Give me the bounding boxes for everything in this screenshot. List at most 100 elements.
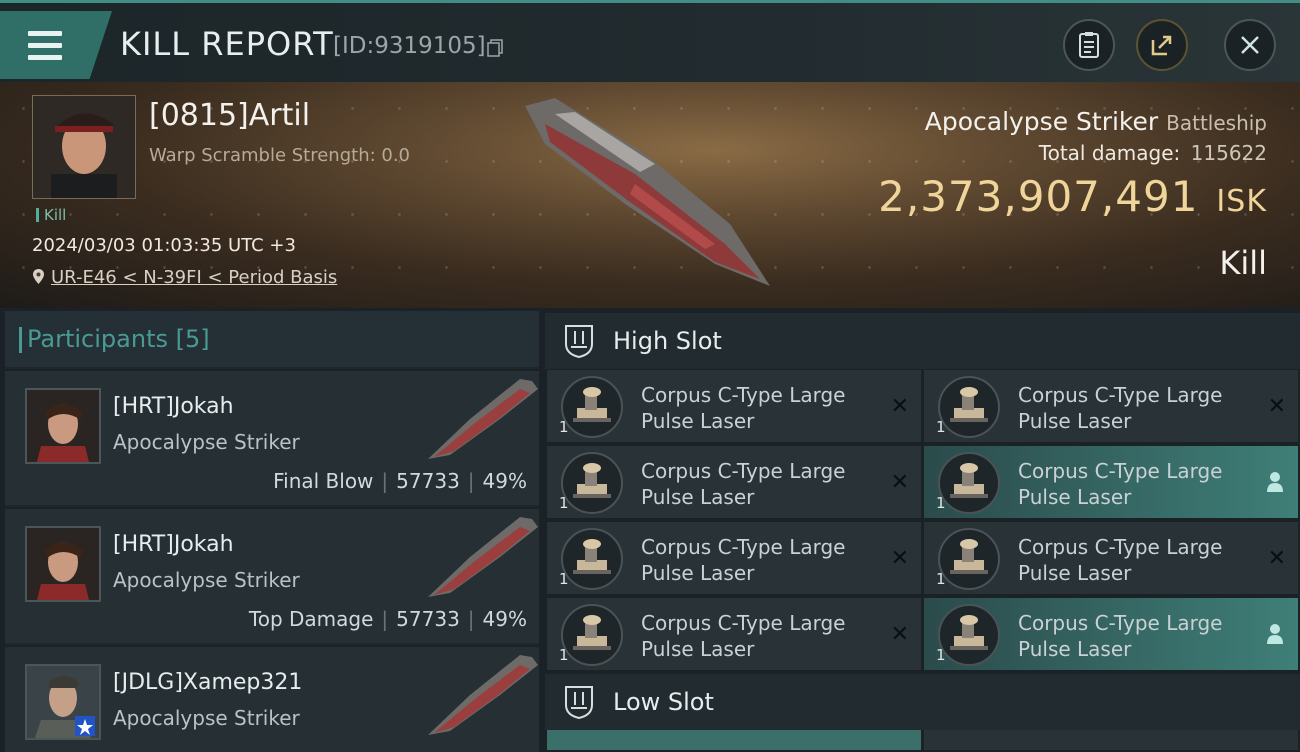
participant-name: [HRT]Jokah xyxy=(113,394,234,419)
isk-amount: 2,373,907,491 xyxy=(878,172,1199,221)
module-quantity: 1 xyxy=(936,494,946,512)
module-item[interactable]: 1 Corpus C-Type Large Pulse Laser ✕ xyxy=(547,522,921,594)
module-quantity: 1 xyxy=(559,418,569,436)
module-item[interactable]: 1 Corpus C-Type Large Pulse Laser ✕ xyxy=(547,370,921,442)
isk-value: 2,373,907,491 ISK xyxy=(878,172,1267,221)
participants-title: Participants [5] xyxy=(19,325,210,353)
total-damage: Total damage: 115622 xyxy=(1039,141,1267,165)
module-name: Corpus C-Type Large Pulse Laser xyxy=(1018,535,1223,585)
participants-header[interactable]: Participants [5] xyxy=(5,311,539,367)
participant-ship: Apocalypse Striker xyxy=(113,706,300,730)
participant-avatar xyxy=(25,664,101,740)
isk-unit: ISK xyxy=(1216,184,1267,219)
low-slot-icon xyxy=(565,686,593,719)
participant-percent: 49% xyxy=(482,607,527,631)
module-name: Corpus C-Type Large Pulse Laser xyxy=(1018,459,1223,509)
low-slot-module-partial[interactable] xyxy=(924,730,1298,750)
kill-summary-banner: [0815]Artil Warp Scramble Strength: 0.0 … xyxy=(0,82,1300,308)
low-slot-module-partial[interactable] xyxy=(547,730,921,750)
pulse-laser-icon xyxy=(561,528,623,590)
participant-name: [HRT]Jokah xyxy=(113,532,234,557)
participant-ship-image xyxy=(428,517,538,597)
participant-name: [JDLG]Xamep321 xyxy=(113,670,303,695)
victim-ship-image xyxy=(525,98,770,286)
pulse-laser-icon xyxy=(938,452,1000,514)
participant-avatar xyxy=(25,526,101,602)
module-name: Corpus C-Type Large Pulse Laser xyxy=(641,459,846,509)
participant-ship: Apocalypse Striker xyxy=(113,430,300,454)
module-quantity: 1 xyxy=(559,570,569,588)
total-damage-label: Total damage: xyxy=(1038,141,1181,165)
participant-row[interactable]: [HRT]Jokah Apocalypse Striker Final Blow… xyxy=(5,369,539,505)
kill-location[interactable]: UR-E46 < N-39FI < Period Basis xyxy=(32,267,337,288)
module-name: Corpus C-Type Large Pulse Laser xyxy=(1018,611,1223,661)
pulse-laser-icon xyxy=(561,604,623,666)
module-item[interactable]: 1 Corpus C-Type Large Pulse Laser xyxy=(924,598,1298,670)
clipboard-button[interactable] xyxy=(1063,19,1115,71)
participants-panel: Participants [5] [HRT]Jokah Apocalypse S… xyxy=(5,311,539,752)
participant-row[interactable]: [JDLG]Xamep321 Apocalypse Striker xyxy=(5,645,539,752)
pulse-laser-icon xyxy=(938,604,1000,666)
participant-damage: 57733 xyxy=(396,607,460,631)
module-name: Corpus C-Type Large Pulse Laser xyxy=(641,383,846,433)
dropped-person-icon xyxy=(1267,472,1283,492)
victim-avatar[interactable] xyxy=(32,95,136,199)
copy-icon[interactable] xyxy=(487,39,503,57)
participant-row[interactable]: [HRT]Jokah Apocalypse Striker Top Damage… xyxy=(5,507,539,643)
participant-stats: Final Blow | 57733 | 49% xyxy=(273,469,527,493)
participant-avatar xyxy=(25,388,101,464)
close-button[interactable] xyxy=(1224,19,1276,71)
participant-ship: Apocalypse Striker xyxy=(113,568,300,592)
pulse-laser-icon xyxy=(561,376,623,438)
kill-tag: Kill xyxy=(36,206,66,224)
warp-scramble-strength: Warp Scramble Strength: 0.0 xyxy=(149,145,411,166)
module-item[interactable]: 1 Corpus C-Type Large Pulse Laser ✕ xyxy=(924,522,1298,594)
share-button[interactable] xyxy=(1136,19,1188,71)
close-icon xyxy=(1241,36,1259,54)
pulse-laser-icon xyxy=(938,376,1000,438)
destroyed-icon: ✕ xyxy=(890,546,909,571)
report-id: [ID:9319105] xyxy=(333,33,486,59)
result-label: Kill xyxy=(1219,244,1267,282)
ship-class: Battleship xyxy=(1166,111,1267,135)
destroyed-icon: ✕ xyxy=(1267,546,1286,571)
low-slot-header: Low Slot xyxy=(545,674,1300,730)
destroyed-icon: ✕ xyxy=(890,470,909,495)
destroyed-icon: ✕ xyxy=(890,394,909,419)
module-name: Corpus C-Type Large Pulse Laser xyxy=(641,611,846,661)
menu-button[interactable] xyxy=(0,11,112,79)
destroyed-icon: ✕ xyxy=(1267,394,1286,419)
participant-damage: 57733 xyxy=(396,469,460,493)
module-quantity: 1 xyxy=(936,646,946,664)
kill-datetime: 2024/03/03 01:03:35 UTC +3 xyxy=(32,235,296,256)
fitting-panel: High Slot 1 Corpus C-Type Large Pulse Las… xyxy=(545,311,1300,750)
pulse-laser-icon xyxy=(938,528,1000,590)
page-title: KILL REPORT xyxy=(120,25,334,63)
high-slot-header: High Slot xyxy=(545,313,1300,369)
high-slot-icon xyxy=(565,325,593,358)
module-item[interactable]: 1 Corpus C-Type Large Pulse Laser xyxy=(924,446,1298,518)
participant-role: Top Damage xyxy=(248,607,374,631)
victim-name: [0815]Artil xyxy=(149,98,311,133)
participant-percent: 49% xyxy=(482,469,527,493)
destroyed-icon: ✕ xyxy=(890,622,909,647)
participant-ship-image xyxy=(428,379,538,459)
share-icon xyxy=(1151,35,1172,56)
participant-stats: Top Damage | 57733 | 49% xyxy=(248,607,527,631)
victim-ship: Apocalypse Striker Battleship xyxy=(925,107,1267,136)
location-link[interactable]: UR-E46 < N-39FI < Period Basis xyxy=(51,267,337,288)
participant-role: Final Blow xyxy=(273,469,374,493)
module-item[interactable]: 1 Corpus C-Type Large Pulse Laser ✕ xyxy=(924,370,1298,442)
high-slot-title: High Slot xyxy=(613,327,722,355)
total-damage-value: 115622 xyxy=(1190,141,1267,165)
ship-name: Apocalypse Striker xyxy=(924,107,1159,136)
module-quantity: 1 xyxy=(936,570,946,588)
module-quantity: 1 xyxy=(559,494,569,512)
module-quantity: 1 xyxy=(559,646,569,664)
menu-icon xyxy=(28,31,62,67)
pulse-laser-icon xyxy=(561,452,623,514)
module-item[interactable]: 1 Corpus C-Type Large Pulse Laser ✕ xyxy=(547,598,921,670)
dropped-person-icon xyxy=(1267,624,1283,644)
participant-ship-image xyxy=(428,655,538,735)
module-item[interactable]: 1 Corpus C-Type Large Pulse Laser ✕ xyxy=(547,446,921,518)
